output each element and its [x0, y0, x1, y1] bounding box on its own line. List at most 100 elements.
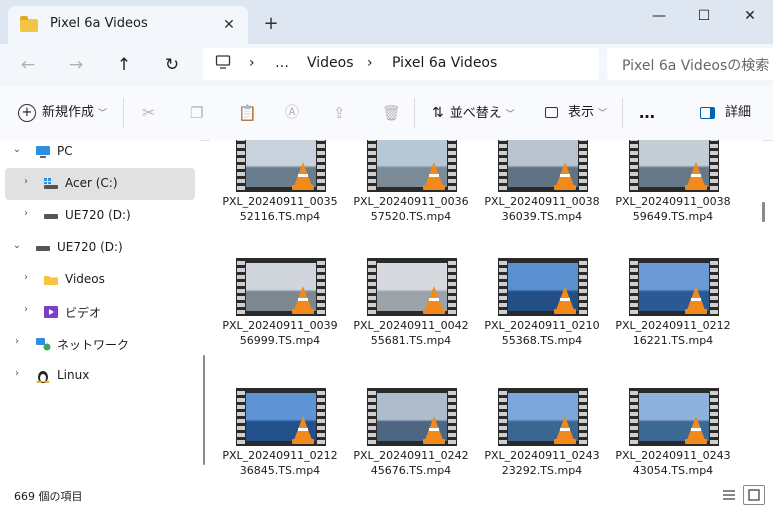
chevron-right-icon: › [15, 336, 19, 347]
file-tile[interactable]: PXL_20240911_021055368.TS.mp4 [482, 258, 602, 368]
up-button[interactable]: ↑ [109, 52, 139, 78]
video-thumbnail [498, 258, 588, 316]
video-thumbnail [367, 258, 457, 316]
view-label: 表示 [568, 105, 595, 120]
chevron-right-icon: › [24, 272, 28, 283]
chevron-right-icon: › [24, 304, 28, 315]
details-view-icon[interactable] [721, 487, 737, 501]
file-tile[interactable]: PXL_20240911_021236845.TS.mp4 [220, 388, 340, 482]
minimize-button[interactable]: — [636, 0, 682, 32]
plus-circle-icon: + [18, 103, 36, 122]
vlc-icon-stripe [298, 428, 308, 431]
delete-icon[interactable]: 🗑 [382, 86, 401, 140]
sidebar-item-ue720-d[interactable]: › UE720 (D:) [5, 200, 195, 232]
chevron-right-icon: › [249, 55, 255, 71]
sidebar-item-label: UE720 (D:) [65, 208, 131, 222]
file-name: PXL_20240911_021236845.TS.mp4 [222, 449, 338, 477]
rename-icon[interactable]: Ⓐ [285, 86, 299, 140]
vlc-icon-stripe [298, 298, 308, 301]
search-input[interactable]: Pixel 6a Videosの検索 [622, 55, 769, 75]
chevron-right-icon: › [24, 208, 28, 219]
vlc-icon-stripe [560, 174, 570, 177]
address-row: ← → ↑ ↻ › … Videos › Pixel 6a Videos Pix… [0, 44, 773, 86]
drive-icon [35, 241, 51, 255]
tab-title: Pixel 6a Videos [50, 16, 148, 31]
new-button[interactable]: + 新規作成 ﹀ [18, 86, 107, 140]
vlc-icon-stripe [691, 428, 701, 431]
file-tile[interactable]: PXL_20240911_003956999.TS.mp4 [220, 258, 340, 368]
video-thumbnail [629, 258, 719, 316]
new-tab-button[interactable]: + [258, 12, 284, 38]
vlc-icon-stripe [429, 428, 439, 431]
large-icons-view-icon[interactable] [743, 485, 765, 505]
file-tile[interactable]: PXL_20240911_024343054.TS.mp4 [613, 388, 733, 482]
tab-close-icon[interactable]: ✕ [216, 12, 242, 38]
computer-icon [215, 54, 231, 74]
video-thumbnail [236, 388, 326, 446]
windows-drive-icon [43, 177, 59, 191]
file-name: PXL_20240911_003859649.TS.mp4 [615, 195, 731, 223]
paste-icon[interactable]: 📋 [238, 86, 257, 140]
back-button[interactable]: ← [13, 52, 43, 78]
file-name: PXL_20240911_004255681.TS.mp4 [353, 319, 469, 347]
file-tile[interactable]: PXL_20240911_003859649.TS.mp4 [613, 140, 733, 244]
refresh-button[interactable]: ↻ [157, 52, 187, 78]
chevron-down-icon: ﹀ [98, 109, 108, 119]
sidebar-item-label: PC [57, 144, 73, 158]
sort-button[interactable]: ⇅ 並べ替え ﹀ [432, 86, 515, 140]
details-button[interactable]: 詳細 [700, 86, 751, 140]
search-box[interactable]: Pixel 6a Videosの検索 [607, 48, 773, 80]
folder-icon [43, 273, 59, 287]
vlc-icon-stripe [429, 298, 439, 301]
file-tile[interactable]: PXL_20240911_024323292.TS.mp4 [482, 388, 602, 482]
sidebar-item-video-library[interactable]: › ビデオ [5, 296, 195, 328]
sidebar-scrollbar[interactable] [203, 355, 205, 465]
sidebar-item-label: ビデオ [65, 306, 102, 320]
view-button[interactable]: 表示 ﹀ [545, 86, 607, 140]
more-options-button[interactable]: … [639, 86, 655, 140]
sidebar-item-acer-c[interactable]: › Acer (C:) [5, 168, 195, 200]
sort-label: 並べ替え [449, 106, 502, 121]
details-label: 詳細 [725, 105, 752, 120]
sidebar-item-label: Videos [65, 272, 105, 286]
new-label: 新規作成 [42, 105, 95, 120]
vlc-icon-stripe [429, 174, 439, 177]
file-name: PXL_20240911_024343054.TS.mp4 [615, 449, 731, 477]
forward-button[interactable]: → [61, 52, 91, 78]
share-icon[interactable]: ⇪ [333, 86, 346, 140]
file-tile[interactable]: PXL_20240911_024245676.TS.mp4 [351, 388, 471, 482]
file-tile[interactable]: PXL_20240911_003657520.TS.mp4 [351, 140, 471, 244]
maximize-button[interactable]: ☐ [681, 0, 727, 32]
chevron-right-icon: › [367, 55, 373, 71]
drive-icon [43, 209, 59, 223]
breadcrumb-pixel-6a-videos[interactable]: Pixel 6a Videos [392, 55, 497, 71]
sidebar-item-ue720-d-root[interactable]: ⌄ UE720 (D:) [5, 232, 195, 264]
video-thumbnail [629, 388, 719, 446]
cut-icon[interactable]: ✂ [142, 86, 155, 140]
network-icon [35, 337, 51, 351]
sidebar-item-pc[interactable]: ⌄ PC [5, 136, 195, 168]
file-tile[interactable]: PXL_20240911_021216221.TS.mp4 [613, 258, 733, 368]
tab-pixel-6a-videos[interactable]: Pixel 6a Videos ✕ [8, 6, 248, 44]
copy-icon[interactable]: ❐ [190, 86, 203, 140]
file-tile[interactable]: PXL_20240911_003836039.TS.mp4 [482, 140, 602, 244]
details-pane-icon [700, 106, 715, 119]
sidebar-item-linux[interactable]: › Linux [5, 360, 195, 392]
file-name: PXL_20240911_003836039.TS.mp4 [484, 195, 600, 223]
chevron-right-icon: › [15, 368, 19, 379]
sidebar-item-videos[interactable]: › Videos [5, 264, 195, 296]
address-bar[interactable]: › … Videos › Pixel 6a Videos [203, 48, 599, 80]
navigation-pane: ⌄ PC › Acer (C:) › UE720 (D:) ⌄ UE720 (D… [0, 140, 200, 482]
close-window-button[interactable]: ✕ [727, 0, 773, 32]
file-tile[interactable]: PXL_20240911_003552116.TS.mp4 [220, 140, 340, 244]
pc-icon [35, 145, 51, 159]
address-overflow[interactable]: … [275, 55, 289, 71]
breadcrumb-videos[interactable]: Videos [307, 55, 354, 71]
vlc-icon-stripe [691, 298, 701, 301]
content-scrollbar[interactable] [762, 202, 765, 222]
sidebar-item-network[interactable]: › ネットワーク [5, 328, 195, 360]
vlc-icon-stripe [691, 174, 701, 177]
status-bar: 669 個の項目 [0, 482, 773, 508]
video-thumbnail [498, 388, 588, 446]
file-tile[interactable]: PXL_20240911_004255681.TS.mp4 [351, 258, 471, 368]
